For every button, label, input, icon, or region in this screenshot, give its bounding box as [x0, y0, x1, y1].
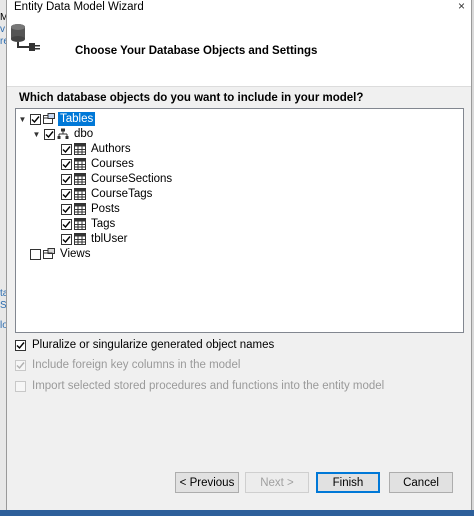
checkbox-foreign-keys — [15, 359, 26, 371]
table-icon — [74, 233, 86, 245]
checkbox-tables[interactable] — [30, 113, 41, 125]
option-import-procs: Import selected stored procedures and fu… — [15, 380, 384, 392]
tree-node-tables[interactable]: ▼ Tables — [18, 112, 96, 126]
wizard-header: Choose Your Database Objects and Setting… — [7, 16, 471, 87]
checkbox-import-procs — [15, 380, 26, 392]
collapse-arrow-icon[interactable]: ▼ — [32, 130, 41, 139]
tree-node-table[interactable]: Authors — [61, 142, 133, 156]
views-folder-icon — [43, 248, 55, 259]
tree-node-table[interactable]: CourseSections — [61, 172, 174, 186]
tree-label-tables[interactable]: Tables — [58, 112, 96, 126]
tree-node-table[interactable]: Courses — [61, 157, 136, 171]
table-icon — [74, 143, 86, 155]
table-icon — [74, 203, 86, 215]
table-icon — [74, 173, 86, 185]
tree-node-dbo[interactable]: ▼ dbo — [32, 127, 95, 141]
checkbox-table[interactable] — [61, 203, 72, 215]
tree-label-table[interactable]: Courses — [89, 157, 136, 171]
objects-question-label: Which database objects do you want to in… — [19, 92, 364, 104]
tree-node-table[interactable]: tblUser — [61, 232, 129, 246]
collapse-arrow-icon[interactable]: ▼ — [18, 115, 27, 124]
database-objects-tree[interactable]: ▼ Tables ▼ dbo Authors Courses CourseSec… — [15, 108, 464, 333]
previous-button[interactable]: < Previous — [175, 472, 239, 493]
checkbox-table[interactable] — [61, 158, 72, 170]
import-procs-label: Import selected stored procedures and fu… — [32, 380, 385, 392]
checkbox-pluralize[interactable] — [15, 339, 26, 351]
wizard-step-heading: Choose Your Database Objects and Setting… — [75, 45, 318, 57]
table-icon — [74, 158, 86, 170]
tree-node-table[interactable]: CourseTags — [61, 187, 154, 201]
finish-button[interactable]: Finish — [316, 472, 380, 493]
tree-label-table[interactable]: Authors — [89, 142, 133, 156]
cancel-button[interactable]: Cancel — [389, 472, 453, 493]
checkbox-table[interactable] — [61, 188, 72, 200]
checkbox-dbo[interactable] — [44, 128, 55, 140]
tree-node-table[interactable]: Tags — [61, 217, 117, 231]
taskbar-strip — [0, 510, 474, 516]
checkbox-table[interactable] — [61, 233, 72, 245]
wizard-window: Entity Data Model Wizard × Choose Your D… — [6, 0, 472, 510]
tree-label-table[interactable]: CourseTags — [89, 187, 154, 201]
table-icon — [74, 188, 86, 200]
table-icon — [74, 218, 86, 230]
tree-label-table[interactable]: CourseSections — [89, 172, 174, 186]
checkbox-views[interactable] — [30, 248, 41, 260]
tree-label-dbo[interactable]: dbo — [72, 127, 95, 141]
tree-label-table[interactable]: tblUser — [89, 232, 129, 246]
tree-label-table[interactable]: Tags — [89, 217, 117, 231]
window-title: Entity Data Model Wizard — [14, 1, 144, 13]
title-bar: Entity Data Model Wizard × — [7, 0, 471, 16]
next-button: Next > — [245, 472, 309, 493]
option-foreign-keys: Include foreign key columns in the model — [15, 359, 240, 371]
pluralize-label[interactable]: Pluralize or singularize generated objec… — [32, 339, 274, 351]
option-pluralize[interactable]: Pluralize or singularize generated objec… — [15, 339, 274, 351]
database-connect-icon — [11, 24, 40, 51]
checkbox-table[interactable] — [61, 143, 72, 155]
tables-folder-icon — [43, 113, 55, 124]
close-icon[interactable]: × — [458, 0, 465, 13]
tree-node-views[interactable]: Views — [30, 247, 92, 261]
foreign-keys-label: Include foreign key columns in the model — [32, 359, 241, 371]
tree-node-table[interactable]: Posts — [61, 202, 122, 216]
tree-label-views[interactable]: Views — [58, 247, 92, 261]
schema-icon — [57, 128, 69, 139]
tree-label-table[interactable]: Posts — [89, 202, 122, 216]
checkbox-table[interactable] — [61, 218, 72, 230]
background-fragment: v — [0, 24, 5, 35]
checkbox-table[interactable] — [61, 173, 72, 185]
